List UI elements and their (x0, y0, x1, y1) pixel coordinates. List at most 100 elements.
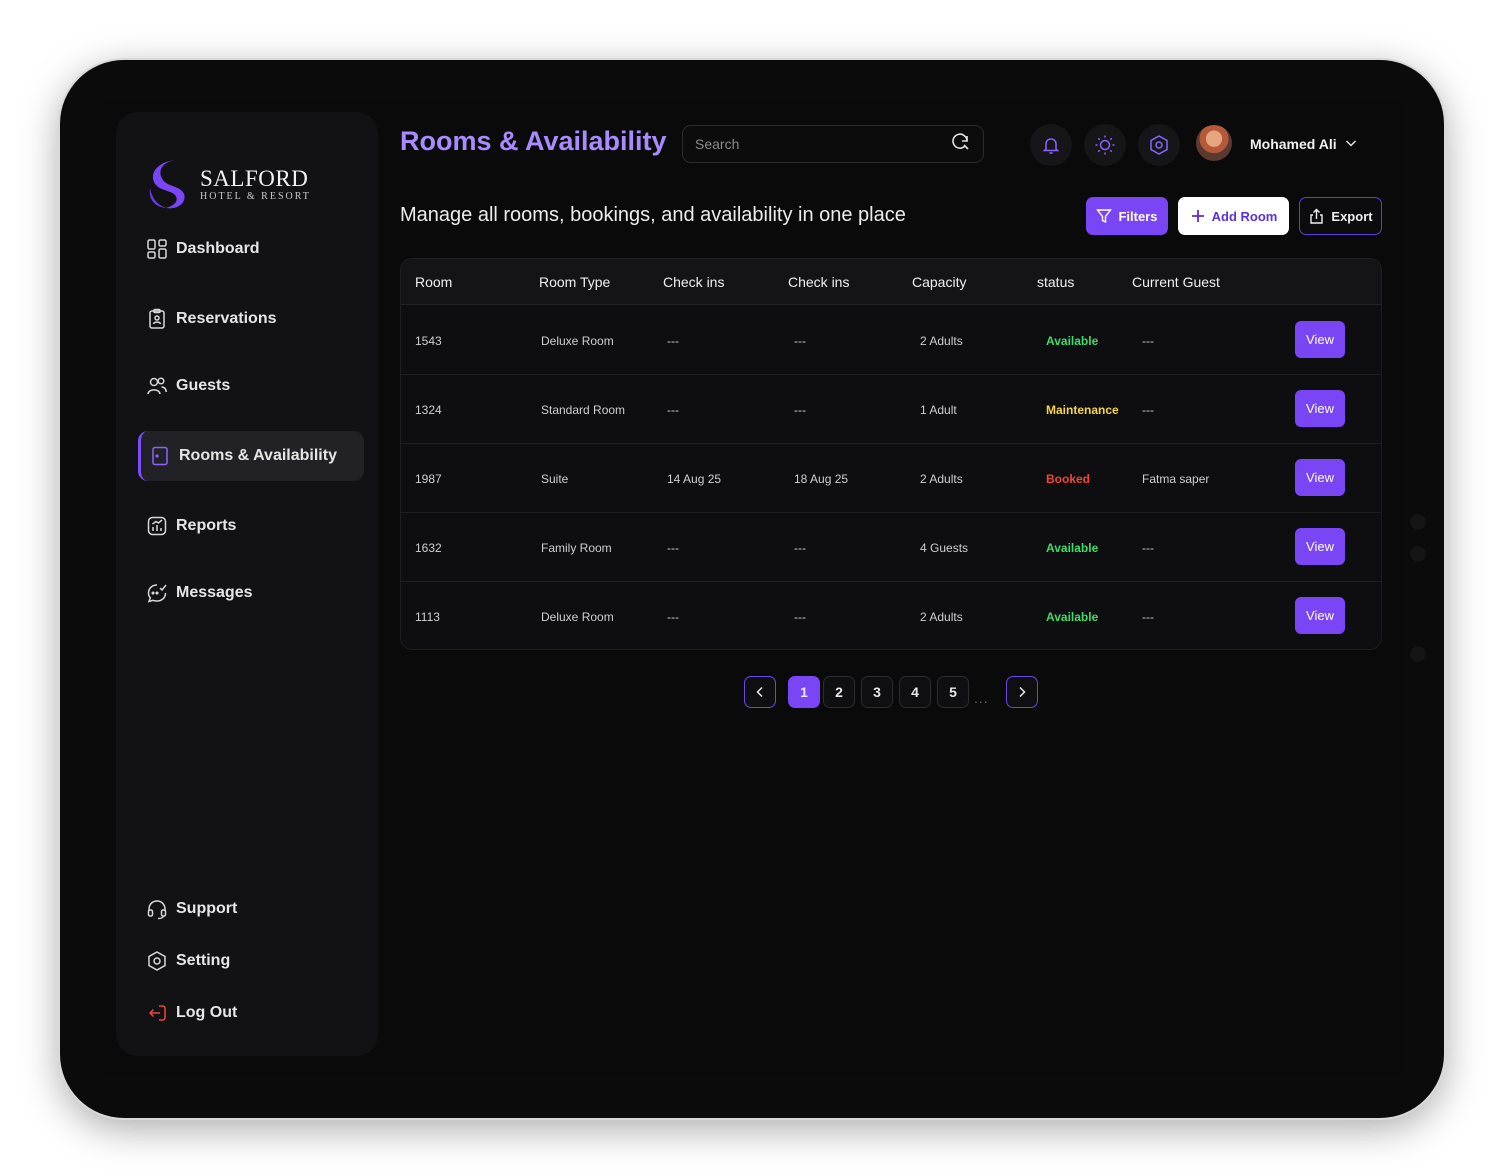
current-guest: Fatma saper (1142, 472, 1210, 486)
hexagon-settings-icon (1150, 135, 1168, 155)
sidebar-item-dashboard[interactable]: Dashboard (138, 224, 364, 274)
add-room-label: Add Room (1211, 208, 1278, 224)
sidebar-item-messages[interactable]: Messages (138, 568, 364, 618)
sun-icon (1095, 135, 1115, 155)
door-icon (149, 445, 171, 467)
device-sensor (1410, 646, 1426, 662)
view-button[interactable]: View (1295, 459, 1345, 496)
clipboard-icon (146, 308, 168, 330)
room-number: 1632 (415, 541, 442, 555)
plus-icon (1191, 210, 1204, 222)
check-out: --- (794, 541, 806, 555)
room-number: 1113 (415, 610, 440, 624)
user-name[interactable]: Mohamed Ali (1250, 136, 1337, 152)
view-button[interactable]: View (1295, 390, 1345, 427)
page-button-5[interactable]: 5 (937, 676, 969, 708)
table-row: 1113 Deluxe Room --- --- 2 Adults Availa… (401, 582, 1381, 649)
chat-icon (146, 582, 168, 604)
logo-mark-icon (149, 160, 185, 209)
rooms-table: Room Room Type Check ins Check ins Capac… (400, 258, 1382, 650)
export-label: Export (1331, 208, 1373, 224)
view-button[interactable]: View (1295, 597, 1345, 634)
search-box[interactable] (682, 125, 984, 163)
view-button[interactable]: View (1295, 528, 1345, 565)
status-badge: Available (1046, 334, 1099, 348)
status-badge: Maintenance (1046, 403, 1119, 417)
brand-tagline: HOTEL & RESORT (200, 190, 311, 202)
chart-icon (146, 515, 168, 537)
headset-icon (146, 898, 168, 920)
capacity: 4 Guests (920, 541, 969, 555)
table-row: 1987 Suite 14 Aug 25 18 Aug 25 2 Adults … (401, 444, 1381, 513)
sidebar-item-support[interactable]: Support (138, 884, 364, 934)
sidebar-item-label: Messages (176, 584, 253, 601)
sidebar-item-guests[interactable]: Guests (138, 361, 364, 411)
prev-page-button[interactable] (744, 676, 776, 708)
sidebar-item-label: Support (176, 900, 238, 917)
sidebar-item-reports[interactable]: Reports (138, 501, 364, 551)
column-header: Capacity (912, 274, 967, 290)
add-room-button[interactable]: Add Room (1178, 197, 1289, 235)
room-type: Suite (541, 472, 569, 486)
page-button-2[interactable]: 2 (823, 676, 855, 708)
sidebar-item-logout[interactable]: Log Out (138, 988, 364, 1038)
settings-button[interactable] (1138, 124, 1180, 166)
check-out: --- (794, 403, 806, 417)
filter-icon (1096, 209, 1113, 224)
check-in: 14 Aug 25 (667, 472, 722, 486)
capacity: 2 Adults (920, 610, 963, 624)
brand-logo[interactable]: SALFORD HOTEL & RESORT (146, 158, 311, 210)
check-out: --- (794, 334, 806, 348)
search-input[interactable] (695, 136, 935, 152)
capacity: 1 Adult (920, 403, 957, 417)
table-row: 1632 Family Room --- --- 4 Guests Availa… (401, 513, 1381, 582)
chevron-left-icon (756, 686, 763, 698)
next-page-button[interactable] (1006, 676, 1038, 708)
check-in: --- (667, 334, 679, 348)
hexagon-settings-icon (146, 950, 168, 972)
sidebar-item-label: Log Out (176, 1004, 238, 1021)
sidebar-item-label: Reservations (176, 310, 277, 327)
page-button-4[interactable]: 4 (899, 676, 931, 708)
page-button-1[interactable]: 1 (788, 676, 820, 708)
room-type: Family Room (541, 541, 612, 555)
check-in: --- (667, 610, 679, 624)
theme-toggle-button[interactable] (1084, 124, 1126, 166)
filters-button[interactable]: Filters (1086, 197, 1168, 235)
logout-icon (146, 1002, 168, 1024)
sidebar-item-label: Dashboard (176, 240, 260, 257)
sidebar-item-rooms-availability[interactable]: Rooms & Availability (138, 431, 364, 481)
brand-name: SALFORD (200, 165, 309, 191)
view-button[interactable]: View (1295, 321, 1345, 358)
room-type: Standard Room (541, 403, 626, 417)
sidebar-item-label: Guests (176, 377, 231, 394)
sidebar-item-reservations[interactable]: Reservations (138, 294, 364, 344)
column-header: Current Guest (1132, 274, 1220, 290)
page-title: Rooms & Availability (400, 126, 667, 156)
export-button[interactable]: Export (1299, 197, 1382, 235)
notification-button[interactable] (1030, 124, 1072, 166)
table-row: 1543 Deluxe Room --- --- 2 Adults Availa… (401, 306, 1381, 375)
sidebar-item-setting[interactable]: Setting (138, 936, 364, 986)
dashboard-icon (146, 238, 168, 260)
avatar[interactable] (1196, 125, 1232, 161)
chevron-down-icon[interactable] (1344, 136, 1358, 155)
check-out: --- (794, 610, 806, 624)
page-button-3[interactable]: 3 (861, 676, 893, 708)
filters-label: Filters (1118, 208, 1158, 224)
search-refresh-icon[interactable] (951, 132, 971, 157)
chevron-right-icon (1019, 686, 1026, 698)
sidebar: SALFORD HOTEL & RESORT Dashboard Reserva… (116, 112, 378, 1056)
check-out: 18 Aug 25 (794, 472, 849, 486)
table-row: 1324 Standard Room --- --- 1 Adult Maint… (401, 375, 1381, 444)
column-header: Room (415, 274, 453, 290)
column-header: Check ins (788, 274, 850, 290)
device-sensor (1410, 514, 1426, 530)
current-guest: --- (1142, 403, 1154, 417)
table-header: Room Room Type Check ins Check ins Capac… (401, 259, 1381, 305)
column-header: Room Type (539, 274, 611, 290)
capacity: 2 Adults (920, 472, 963, 486)
column-header: status (1037, 274, 1075, 290)
sidebar-item-label: Reports (176, 517, 237, 534)
capacity: 2 Adults (920, 334, 963, 348)
